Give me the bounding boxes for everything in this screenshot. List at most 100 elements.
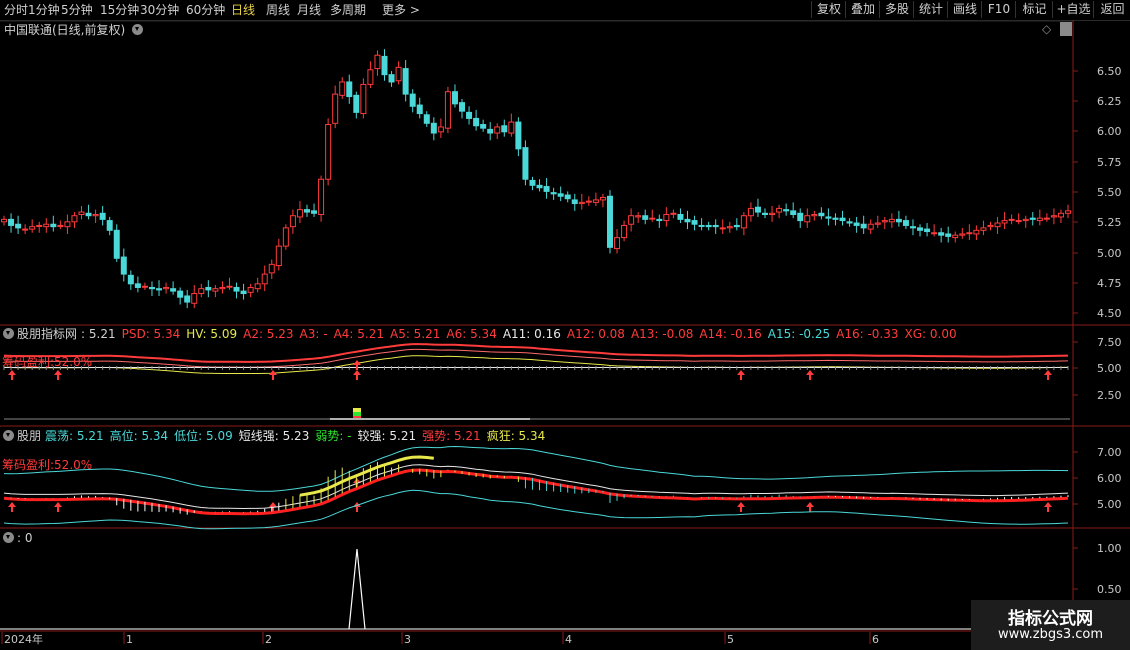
indicator-value-12: A15: -0.25 <box>767 327 831 341</box>
candle-body <box>585 200 592 203</box>
main-chart-title-text: 中国联通(日线,前复权) <box>4 23 126 37</box>
candle-body <box>275 245 282 267</box>
candle-body <box>332 93 339 124</box>
candle-body <box>134 283 141 288</box>
candle-body <box>8 218 15 226</box>
candle-body <box>85 212 92 217</box>
candle-body <box>635 215 642 218</box>
indicator-value-7: 疯狂: 5.34 <box>486 429 546 443</box>
ind2-upper-band <box>3 445 1069 492</box>
candle-body <box>444 91 451 129</box>
ind1-volume-bar <box>330 418 530 420</box>
candle-body <box>423 114 430 124</box>
ind1-buy-arrow <box>1044 370 1052 380</box>
candle-body <box>663 214 670 222</box>
candle-body <box>691 220 698 225</box>
ind3-spike <box>348 548 366 630</box>
indicator-value-1: 高位: 5.34 <box>109 429 169 443</box>
candle-body <box>381 55 388 76</box>
candle-body <box>895 218 902 223</box>
candle-body <box>141 285 148 288</box>
candle-body <box>754 206 761 213</box>
candle-body <box>543 186 550 192</box>
candle-body <box>198 288 205 295</box>
chevron-down-icon[interactable] <box>3 532 14 543</box>
date-axis-label: 2 <box>265 633 272 646</box>
indicator-value-6: 强势: 5.21 <box>422 429 481 443</box>
candle-body <box>268 263 275 274</box>
indicator-value-3: A2: 5.23 <box>243 327 294 341</box>
price-tick-label: 6.50 <box>1097 65 1122 78</box>
ind1-buy-arrow <box>8 370 16 380</box>
ind2-crazy-line <box>299 455 434 497</box>
candle-body <box>1036 217 1043 222</box>
candle-body <box>818 212 825 217</box>
candle-body <box>416 104 423 115</box>
price-tick-label: 5.50 <box>1097 186 1122 199</box>
ind1-buy-arrow <box>353 360 361 370</box>
candle-body <box>247 286 254 293</box>
candle-body <box>888 218 895 223</box>
candle-body <box>536 184 543 189</box>
candle-body <box>367 69 374 85</box>
candle-body <box>219 286 226 290</box>
diamond-icon[interactable]: ◇ <box>1042 22 1051 36</box>
panel-toggle-icon[interactable] <box>1060 22 1072 36</box>
candle-body <box>952 234 959 239</box>
candle-body <box>325 124 332 180</box>
chevron-down-icon[interactable] <box>3 328 14 339</box>
candle-body <box>853 222 860 226</box>
date-axis-label: 1 <box>126 633 133 646</box>
candle-body <box>776 207 783 213</box>
candle-body <box>303 209 310 213</box>
candle-body <box>353 94 360 113</box>
candle-body <box>318 178 325 216</box>
candle-body <box>917 227 924 231</box>
indicator-value-8: A11: 0.16 <box>502 327 561 341</box>
indicator-value-5: 较强: 5.21 <box>357 429 417 443</box>
candle-body <box>1022 218 1029 222</box>
watermark: 指标公式网 www.zbgs3.com <box>971 600 1130 650</box>
candle-body <box>212 288 219 292</box>
ind1-buy-arrow <box>806 370 814 380</box>
ind2-lower-band <box>3 489 1069 530</box>
candle-body <box>649 217 656 220</box>
candle-body <box>740 215 747 229</box>
candle-body <box>1057 212 1064 218</box>
candle-body <box>606 195 613 248</box>
candle-body <box>529 179 536 186</box>
ind1-tick-label: 5.00 <box>1097 362 1122 375</box>
ind1-buy-arrow <box>54 370 62 380</box>
price-tick-label: 4.75 <box>1097 277 1122 290</box>
candle-body <box>980 227 987 231</box>
candle-body <box>1043 217 1050 220</box>
indicator-value-4: A3: - <box>299 327 328 341</box>
ind2-buy-arrow <box>8 502 16 512</box>
candle-body <box>466 111 473 119</box>
candle-body <box>945 233 952 237</box>
main-chart-title: 中国联通(日线,前复权) <box>4 23 146 37</box>
candle-body <box>811 214 818 217</box>
ind2-tick-label: 6.00 <box>1097 472 1122 485</box>
candle-body <box>78 211 85 216</box>
ind2-buy-arrow <box>353 502 361 512</box>
candle-body <box>191 293 198 304</box>
chevron-down-icon[interactable] <box>3 430 14 441</box>
candle-body <box>120 256 127 275</box>
candle-body <box>628 215 635 225</box>
candle-body <box>564 194 571 200</box>
stock-chart-canvas[interactable]: 6.50 6.25 6.00 5.75 5.50 5.25 5.00 4.75 4.50 7.50… <box>0 0 1130 650</box>
candle-body <box>480 124 487 129</box>
candle-body <box>184 295 191 303</box>
candle-body <box>670 212 677 215</box>
chevron-down-icon[interactable] <box>132 24 144 35</box>
indicator-value-1: PSD: 5.34 <box>121 327 181 341</box>
candle-body <box>402 68 409 95</box>
candle-body <box>846 221 853 224</box>
candle-body <box>874 222 881 225</box>
candle-body <box>571 199 578 205</box>
candle-body <box>177 290 184 298</box>
indicator-value-7: A6: 5.34 <box>446 327 497 341</box>
candle-body <box>487 128 494 134</box>
candle-body <box>289 215 296 228</box>
